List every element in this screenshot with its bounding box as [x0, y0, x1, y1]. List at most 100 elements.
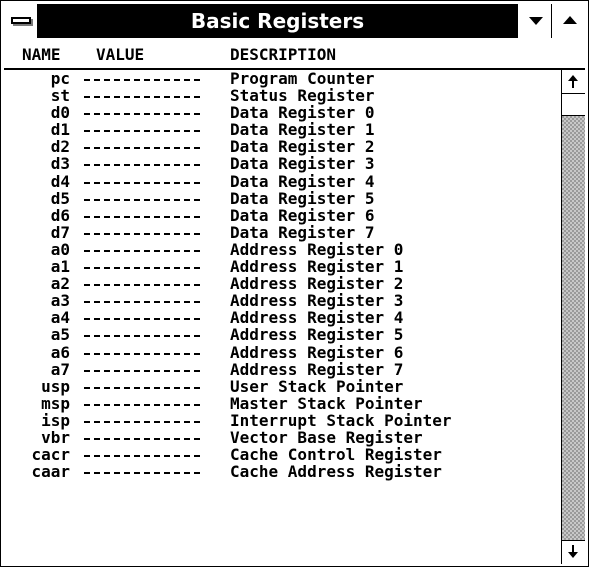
register-value-placeholder[interactable]: [84, 301, 200, 304]
system-menu-button[interactable]: [4, 4, 38, 38]
register-value-placeholder[interactable]: [84, 369, 200, 372]
register-row-d0[interactable]: d0 Data Register 0: [4, 104, 561, 121]
scroll-up-button[interactable]: [562, 70, 585, 94]
register-description: Address Register 2: [230, 274, 404, 294]
register-description: Data Register 4: [230, 171, 375, 191]
register-row-st[interactable]: st Status Register: [4, 87, 561, 104]
maximize-arrow-icon: [563, 16, 577, 24]
register-name: vbr: [41, 427, 70, 447]
register-description: Address Register 6: [230, 342, 404, 362]
register-name: cacr: [31, 445, 70, 465]
register-row-a5[interactable]: a5 Address Register 5: [4, 326, 561, 343]
register-value-placeholder[interactable]: [84, 181, 200, 184]
register-value-placeholder[interactable]: [84, 403, 200, 406]
register-name: isp: [41, 410, 70, 430]
scroll-thumb[interactable]: [562, 94, 585, 116]
register-row-a7[interactable]: a7 Address Register 7: [4, 361, 561, 378]
register-row-msp[interactable]: msp Master Stack Pointer: [4, 395, 561, 412]
header-value: VALUE: [96, 45, 145, 64]
register-row-a1[interactable]: a1 Address Register 1: [4, 258, 561, 275]
register-description: Address Register 3: [230, 291, 404, 311]
register-row-pc[interactable]: pc Program Counter: [4, 70, 561, 87]
register-value-placeholder[interactable]: [84, 113, 200, 116]
register-value-placeholder[interactable]: [84, 284, 200, 287]
register-value-placeholder[interactable]: [84, 130, 200, 133]
register-name: pc: [50, 69, 70, 88]
register-row-d6[interactable]: d6 Data Register 6: [4, 207, 561, 224]
register-value-placeholder[interactable]: [84, 386, 200, 389]
register-value-placeholder[interactable]: [84, 249, 200, 252]
register-row-vbr[interactable]: vbr Vector Base Register: [4, 429, 561, 446]
register-row-a2[interactable]: a2 Address Register 2: [4, 275, 561, 292]
register-value-placeholder[interactable]: [84, 164, 200, 167]
register-value-placeholder[interactable]: [84, 472, 200, 475]
maximize-button[interactable]: [551, 4, 585, 38]
register-name: a6: [50, 342, 70, 362]
header-name: NAME: [22, 45, 61, 64]
register-value-placeholder[interactable]: [84, 147, 200, 150]
register-name: d7: [50, 222, 70, 242]
system-menu-icon: [11, 17, 31, 24]
register-description: Data Register 1: [230, 120, 375, 140]
register-description: Data Register 6: [230, 205, 375, 225]
register-row-a0[interactable]: a0 Address Register 0: [4, 241, 561, 258]
register-description: Data Register 7: [230, 222, 375, 242]
register-description: Data Register 3: [230, 154, 375, 174]
register-description: Program Counter: [230, 69, 375, 88]
vertical-scrollbar[interactable]: [561, 70, 585, 564]
register-row-a3[interactable]: a3 Address Register 3: [4, 292, 561, 309]
header-description: DESCRIPTION: [230, 45, 336, 64]
register-value-placeholder[interactable]: [84, 352, 200, 355]
register-name: msp: [41, 393, 70, 413]
register-row-d5[interactable]: d5 Data Register 5: [4, 190, 561, 207]
register-name: caar: [31, 462, 70, 482]
register-value-placeholder[interactable]: [84, 455, 200, 458]
title-bar[interactable]: Basic Registers: [4, 4, 585, 38]
register-value-placeholder[interactable]: [84, 437, 200, 440]
register-value-placeholder[interactable]: [84, 96, 200, 99]
register-value-placeholder[interactable]: [84, 198, 200, 201]
minimize-button[interactable]: [517, 4, 551, 38]
register-description: Data Register 0: [230, 103, 375, 123]
register-value-placeholder[interactable]: [84, 335, 200, 338]
register-description: Address Register 0: [230, 239, 404, 259]
register-row-d3[interactable]: d3 Data Register 3: [4, 155, 561, 172]
register-description: Vector Base Register: [230, 427, 423, 447]
register-list[interactable]: pc Program Counter st Status Register d0 Data…: [4, 70, 561, 564]
register-row-d4[interactable]: d4 Data Register 4: [4, 173, 561, 190]
register-description: Address Register 5: [230, 325, 404, 345]
register-row-d2[interactable]: d2 Data Register 2: [4, 138, 561, 155]
register-row-isp[interactable]: isp Interrupt Stack Pointer: [4, 412, 561, 429]
scroll-down-arrow-icon: [568, 545, 579, 559]
register-name: d6: [50, 205, 70, 225]
register-name: usp: [41, 376, 70, 396]
register-row-cacr[interactable]: cacr Cache Control Register: [4, 446, 561, 463]
column-header: NAME VALUE DESCRIPTION: [4, 38, 585, 70]
register-name: a0: [50, 239, 70, 259]
register-description: Address Register 4: [230, 308, 404, 328]
register-value-placeholder[interactable]: [84, 267, 200, 270]
register-name: a7: [50, 359, 70, 379]
register-row-a6[interactable]: a6 Address Register 6: [4, 344, 561, 361]
basic-registers-window: Basic Registers NAME VALUE DESCRIPTION p…: [0, 0, 589, 567]
register-description: Master Stack Pointer: [230, 393, 423, 413]
register-row-caar[interactable]: caar Cache Address Register: [4, 463, 561, 480]
window-title: Basic Registers: [190, 9, 365, 33]
register-value-placeholder[interactable]: [84, 420, 200, 423]
register-value-placeholder[interactable]: [84, 79, 200, 81]
register-row-a4[interactable]: a4 Address Register 4: [4, 309, 561, 326]
register-row-d7[interactable]: d7 Data Register 7: [4, 224, 561, 241]
register-description: User Stack Pointer: [230, 376, 404, 396]
minimize-arrow-icon: [529, 17, 543, 25]
register-value-placeholder[interactable]: [84, 215, 200, 218]
register-value-placeholder[interactable]: [84, 318, 200, 321]
register-value-placeholder[interactable]: [84, 232, 200, 235]
register-row-usp[interactable]: usp User Stack Pointer: [4, 378, 561, 395]
register-description: Interrupt Stack Pointer: [230, 410, 452, 430]
scroll-up-arrow-icon: [568, 75, 579, 89]
scroll-down-button[interactable]: [562, 540, 585, 564]
register-row-d1[interactable]: d1 Data Register 1: [4, 121, 561, 138]
register-name: d2: [50, 137, 70, 157]
register-name: d0: [50, 103, 70, 123]
register-name: a4: [50, 308, 70, 328]
